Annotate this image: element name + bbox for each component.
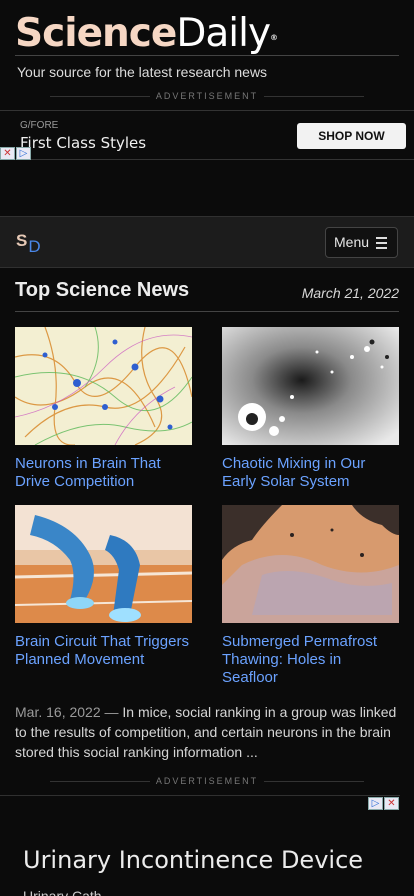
solar-system-image[interactable]	[222, 327, 399, 445]
ad-subtitle: Urinary Cath...	[23, 888, 114, 896]
bottom-ad-banner[interactable]: ▷ ✕ Urinary Incontinence Device Urinary …	[0, 795, 400, 896]
ad-close-icon[interactable]: ✕	[0, 147, 15, 160]
ad-close-icon[interactable]: ✕	[384, 797, 399, 810]
summary-date: Mar. 16, 2022	[15, 704, 101, 720]
site-header: ScienceDaily® Your source for the latest…	[15, 12, 399, 80]
headline-link[interactable]: Chaotic Mixing in Our Early Solar System	[222, 455, 399, 491]
news-card[interactable]: Neurons in Brain That Drive Competition	[15, 327, 192, 491]
logo-registered-mark: ®	[270, 33, 278, 42]
navigation-bar: SD Menu	[0, 216, 414, 268]
hamburger-icon	[376, 237, 387, 252]
header-divider	[15, 55, 399, 56]
shop-now-button[interactable]: SHOP NOW	[297, 123, 406, 149]
headline-link[interactable]: Submerged Permafrost Thawing: Holes in S…	[222, 633, 399, 687]
adchoices-icon[interactable]: ▷	[16, 147, 31, 160]
tagline: Your source for the latest research news	[17, 64, 268, 80]
ad-title[interactable]: Urinary Incontinence Device	[23, 846, 363, 874]
adchoices-icon[interactable]: ▷	[368, 797, 383, 810]
ad-title[interactable]: First Class Styles	[20, 134, 146, 152]
news-card[interactable]: Brain Circuit That Triggers Planned Move…	[15, 505, 192, 669]
story-summary[interactable]: Mar. 16, 2022 — In mice, social ranking …	[15, 702, 399, 762]
top-ad-banner[interactable]: G/FORE First Class Styles SHOP NOW ✕ ▷	[0, 110, 414, 160]
menu-label: Menu	[334, 234, 370, 250]
page: ScienceDaily® Your source for the latest…	[0, 0, 414, 896]
neurons-image[interactable]	[15, 327, 192, 445]
headline-link[interactable]: Neurons in Brain That Drive Competition	[15, 455, 192, 491]
logo-daily: Daily	[176, 11, 271, 56]
sciencedaily-logo[interactable]: ScienceDaily®	[15, 12, 399, 56]
ad-brand: G/FORE	[20, 120, 59, 131]
section-divider	[15, 311, 399, 312]
summary-separator: —	[104, 704, 119, 720]
news-card[interactable]: Submerged Permafrost Thawing: Holes in S…	[222, 505, 399, 687]
news-card[interactable]: Chaotic Mixing in Our Early Solar System	[222, 327, 399, 491]
runner-image[interactable]	[15, 505, 192, 623]
sd-logo[interactable]: SD	[16, 231, 41, 256]
menu-button[interactable]: Menu	[325, 227, 398, 258]
sd-logo-d: D	[28, 237, 41, 256]
advertisement-label: ADVERTISEMENT	[0, 91, 414, 101]
advertisement-label: ADVERTISEMENT	[0, 776, 414, 786]
section-date: March 21, 2022	[301, 285, 399, 301]
section-title: Top Science News	[15, 279, 190, 301]
seafloor-image[interactable]	[222, 505, 399, 623]
headline-link[interactable]: Brain Circuit That Triggers Planned Move…	[15, 633, 192, 669]
logo-science: Science	[15, 11, 177, 56]
sd-logo-s: S	[16, 231, 28, 250]
